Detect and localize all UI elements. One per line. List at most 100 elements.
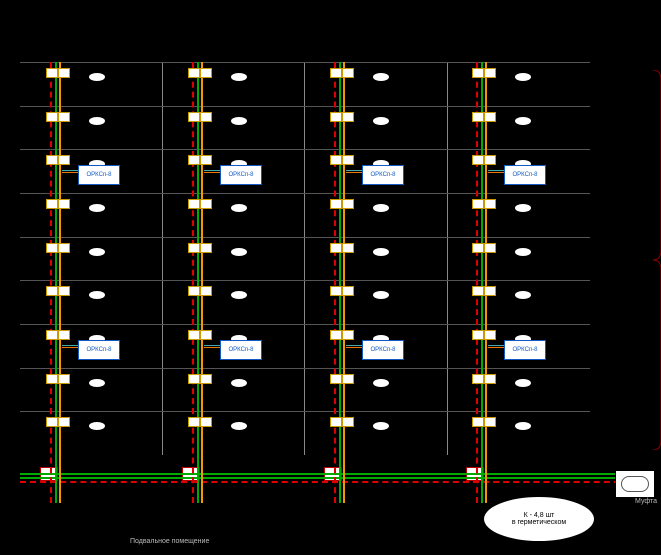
junction-box [484,199,496,209]
floor-label: 6 этаж [416,210,443,220]
junction-box [46,68,58,78]
floor-cell: 9 этаж [448,63,591,106]
floor-label: 5 этаж [273,254,300,264]
junction-box [472,374,484,384]
drop-cable [70,425,88,426]
floor-row: 9 этаж9 этаж9 этаж9 этаж [20,62,590,106]
floor-cell: 6 этаж [448,194,591,237]
apartment-icon [372,203,390,213]
orksp-box: ОРКСп-8 [220,165,262,185]
junction-box [200,286,212,296]
junction-box [330,417,342,427]
apartment-icon [88,116,106,126]
junction-box [472,417,484,427]
floor-label: 3 этаж [559,341,586,351]
floor-label: 5 этаж [131,254,158,264]
drop-cable [70,207,88,208]
junction-box [188,417,200,427]
basement-caption: Подвальное помещение [130,538,209,545]
trunk-fiber-1 [20,473,640,475]
junction-box [58,417,70,427]
junction-box [472,243,484,253]
junction-box [484,330,496,340]
junction-box [188,330,200,340]
apartment-icon [230,378,248,388]
junction-box [188,286,200,296]
drop-cable [212,207,230,208]
junction-box [342,417,354,427]
junction-box [330,243,342,253]
junction-box [472,199,484,209]
floor-label: 9 этаж [416,79,443,89]
junction-box [58,243,70,253]
junction-box [58,155,70,165]
apartment-icon [230,72,248,82]
floor-cell: 4 этаж [448,281,591,324]
closure-caption: Муфта [635,498,657,505]
drop-cable [354,163,372,164]
floor-cell: 9 этаж [20,63,163,106]
junction-box [46,286,58,296]
junction-box [200,112,212,122]
junction-box [200,155,212,165]
cable-riser: ОРКСп-8ОРКСп-8 [332,62,350,455]
junction-box [46,330,58,340]
apartment-icon [514,378,532,388]
junction-box [330,68,342,78]
apartment-icon [230,247,248,257]
drop-cable [496,425,514,426]
floor-cell: 4 этаж [305,281,448,324]
floor-label: 4 этаж [131,298,158,308]
diagram-stage: 1 подъезд 2 подъезд 3 подъезд 9 этаж9 эт… [0,0,661,555]
drop-cable [212,76,230,77]
floor-cell: 9 этаж [163,63,306,106]
junction-box [188,112,200,122]
junction-box [188,199,200,209]
drop-cable [496,382,514,383]
floor-label: 8 этаж [559,123,586,133]
mux-line1: К - 4,8 шт [524,512,555,519]
floor-label: 9 этаж [559,79,586,89]
floor-cell: 6 этаж [305,194,448,237]
floor-label: 3 этаж [273,341,300,351]
drop-cable [70,120,88,121]
drop-cable [354,207,372,208]
junction-box [342,199,354,209]
apartment-icon [230,203,248,213]
floor-cell: 2 этаж [448,369,591,412]
floor-cell: 4 этаж [163,281,306,324]
floor-label: 2 этаж [559,385,586,395]
foundation-hatch [100,502,310,532]
mux-line2: в герметическом [512,519,566,526]
drop-cable [354,294,372,295]
junction-box [46,374,58,384]
cable-riser: ОРКСп-8ОРКСп-8 [190,62,208,455]
floor-label: 1 этаж [416,429,443,439]
junction-box [58,374,70,384]
floor-row: 4 этаж4 этаж4 этаж4 этаж [20,280,590,324]
floor-label: 1 этаж [131,429,158,439]
junction-box [484,243,496,253]
floor-label: 1 этаж [559,429,586,439]
junction-box [200,330,212,340]
junction-box [330,374,342,384]
floor-cell: 1 этаж [305,412,448,455]
orksp-box: ОРКСп-8 [362,340,404,360]
junction-box [342,155,354,165]
floor-cell: 1 этаж [20,412,163,455]
drop-cable [354,76,372,77]
floor-row: 1 этаж1 этаж1 этаж1 этаж [20,411,590,455]
drop-cable [496,120,514,121]
floor-label: 7 этаж [273,167,300,177]
floor-label: 6 этаж [131,210,158,220]
floor-label: 6 этаж [559,210,586,220]
drop-cable [70,163,88,164]
entrance-3-label: 3 подъезд [305,48,448,62]
drop-cable [354,120,372,121]
junction-box [342,112,354,122]
apartment-icon [514,72,532,82]
external-closure [615,470,655,498]
floor-cell: 5 этаж [448,238,591,281]
drop-cable [212,294,230,295]
junction-box [472,286,484,296]
